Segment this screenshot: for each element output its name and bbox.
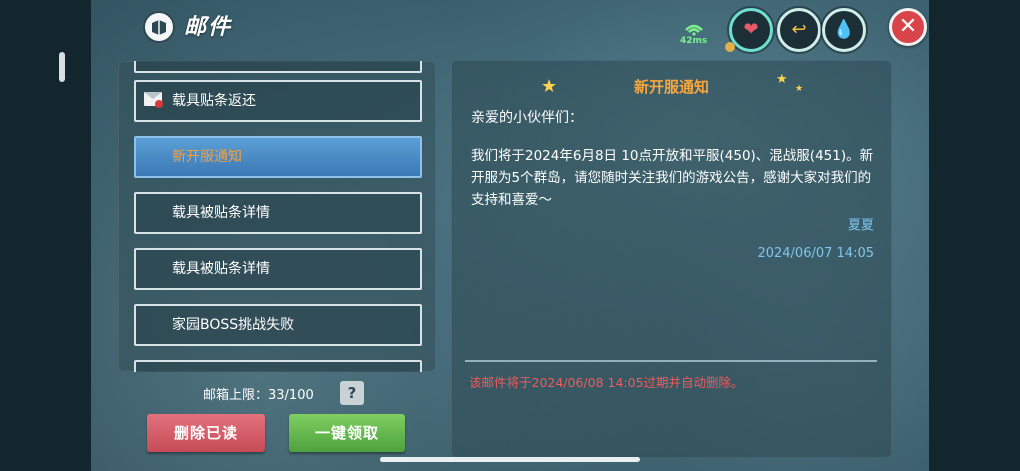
mail-list[interactable]: 载具贴条返还 新开服通知 载具被贴条详情 载具被贴条详情 家园BOSS挑战失败 [118, 61, 436, 372]
list-item[interactable] [134, 360, 422, 372]
list-item-selected[interactable]: 新开服通知 [134, 136, 422, 178]
mail-date: 2024/06/07 14:05 [757, 246, 874, 261]
list-item[interactable]: 家园BOSS挑战失败 [134, 304, 422, 346]
mail-item-label: 新开服通知 [172, 149, 242, 165]
arrow-icon: ↩ [791, 19, 807, 40]
side-grip-handle[interactable] [59, 52, 65, 82]
ping-readout: 42ms [680, 36, 708, 46]
right-background [929, 0, 1020, 471]
divider [465, 360, 877, 362]
list-item[interactable]: 载具贴条返还 [134, 80, 422, 122]
water-stat[interactable]: 💧 [822, 8, 866, 52]
mail-item-label: 载具被贴条详情 [172, 205, 270, 221]
mail-box-icon [143, 11, 175, 43]
badge-icon [725, 42, 735, 52]
signal-icon [685, 24, 703, 36]
help-button[interactable]: ? [340, 381, 364, 405]
left-background [0, 0, 91, 471]
water-drop-icon: 💧 [832, 19, 856, 40]
mail-detail-panel: ★ ★ ★ 新开服通知 亲爱的小伙伴们： 我们将于2024年6月8日 10点开放… [451, 60, 892, 458]
mail-greeting: 亲爱的小伙伴们： [471, 110, 583, 126]
mail-body: 我们将于2024年6月8日 10点开放和平服(450)、混战服(451)。新开服… [471, 148, 874, 208]
delete-read-button[interactable]: 删除已读 [147, 414, 265, 452]
collect-all-button[interactable]: 一键领取 [289, 414, 405, 452]
health-stat[interactable]: ❤ [729, 8, 773, 52]
mail-title: 新开服通知 [633, 78, 709, 96]
mail-sender: 夏夏 [847, 218, 874, 233]
list-item[interactable]: 载具被贴条详情 [134, 248, 422, 290]
mail-item-label: 载具被贴条详情 [172, 261, 270, 277]
page-title: 邮件 [184, 15, 233, 40]
mail-item-label: 载具贴条返还 [172, 93, 256, 109]
home-indicator[interactable] [380, 457, 640, 462]
energy-stat[interactable]: ↩ [777, 8, 821, 52]
close-button[interactable]: ✕ [889, 8, 927, 46]
list-item[interactable]: 载具被贴条详情 [134, 192, 422, 234]
list-item[interactable] [134, 61, 422, 73]
mailbox-capacity: 邮箱上限：33/100 [203, 388, 314, 403]
mail-item-label: 家园BOSS挑战失败 [172, 317, 295, 333]
heart-icon: ❤ [743, 19, 759, 40]
expiry-notice: 该邮件将于2024/06/08 14:05过期并自动删除。 [469, 375, 744, 390]
envelope-icon [144, 92, 163, 108]
